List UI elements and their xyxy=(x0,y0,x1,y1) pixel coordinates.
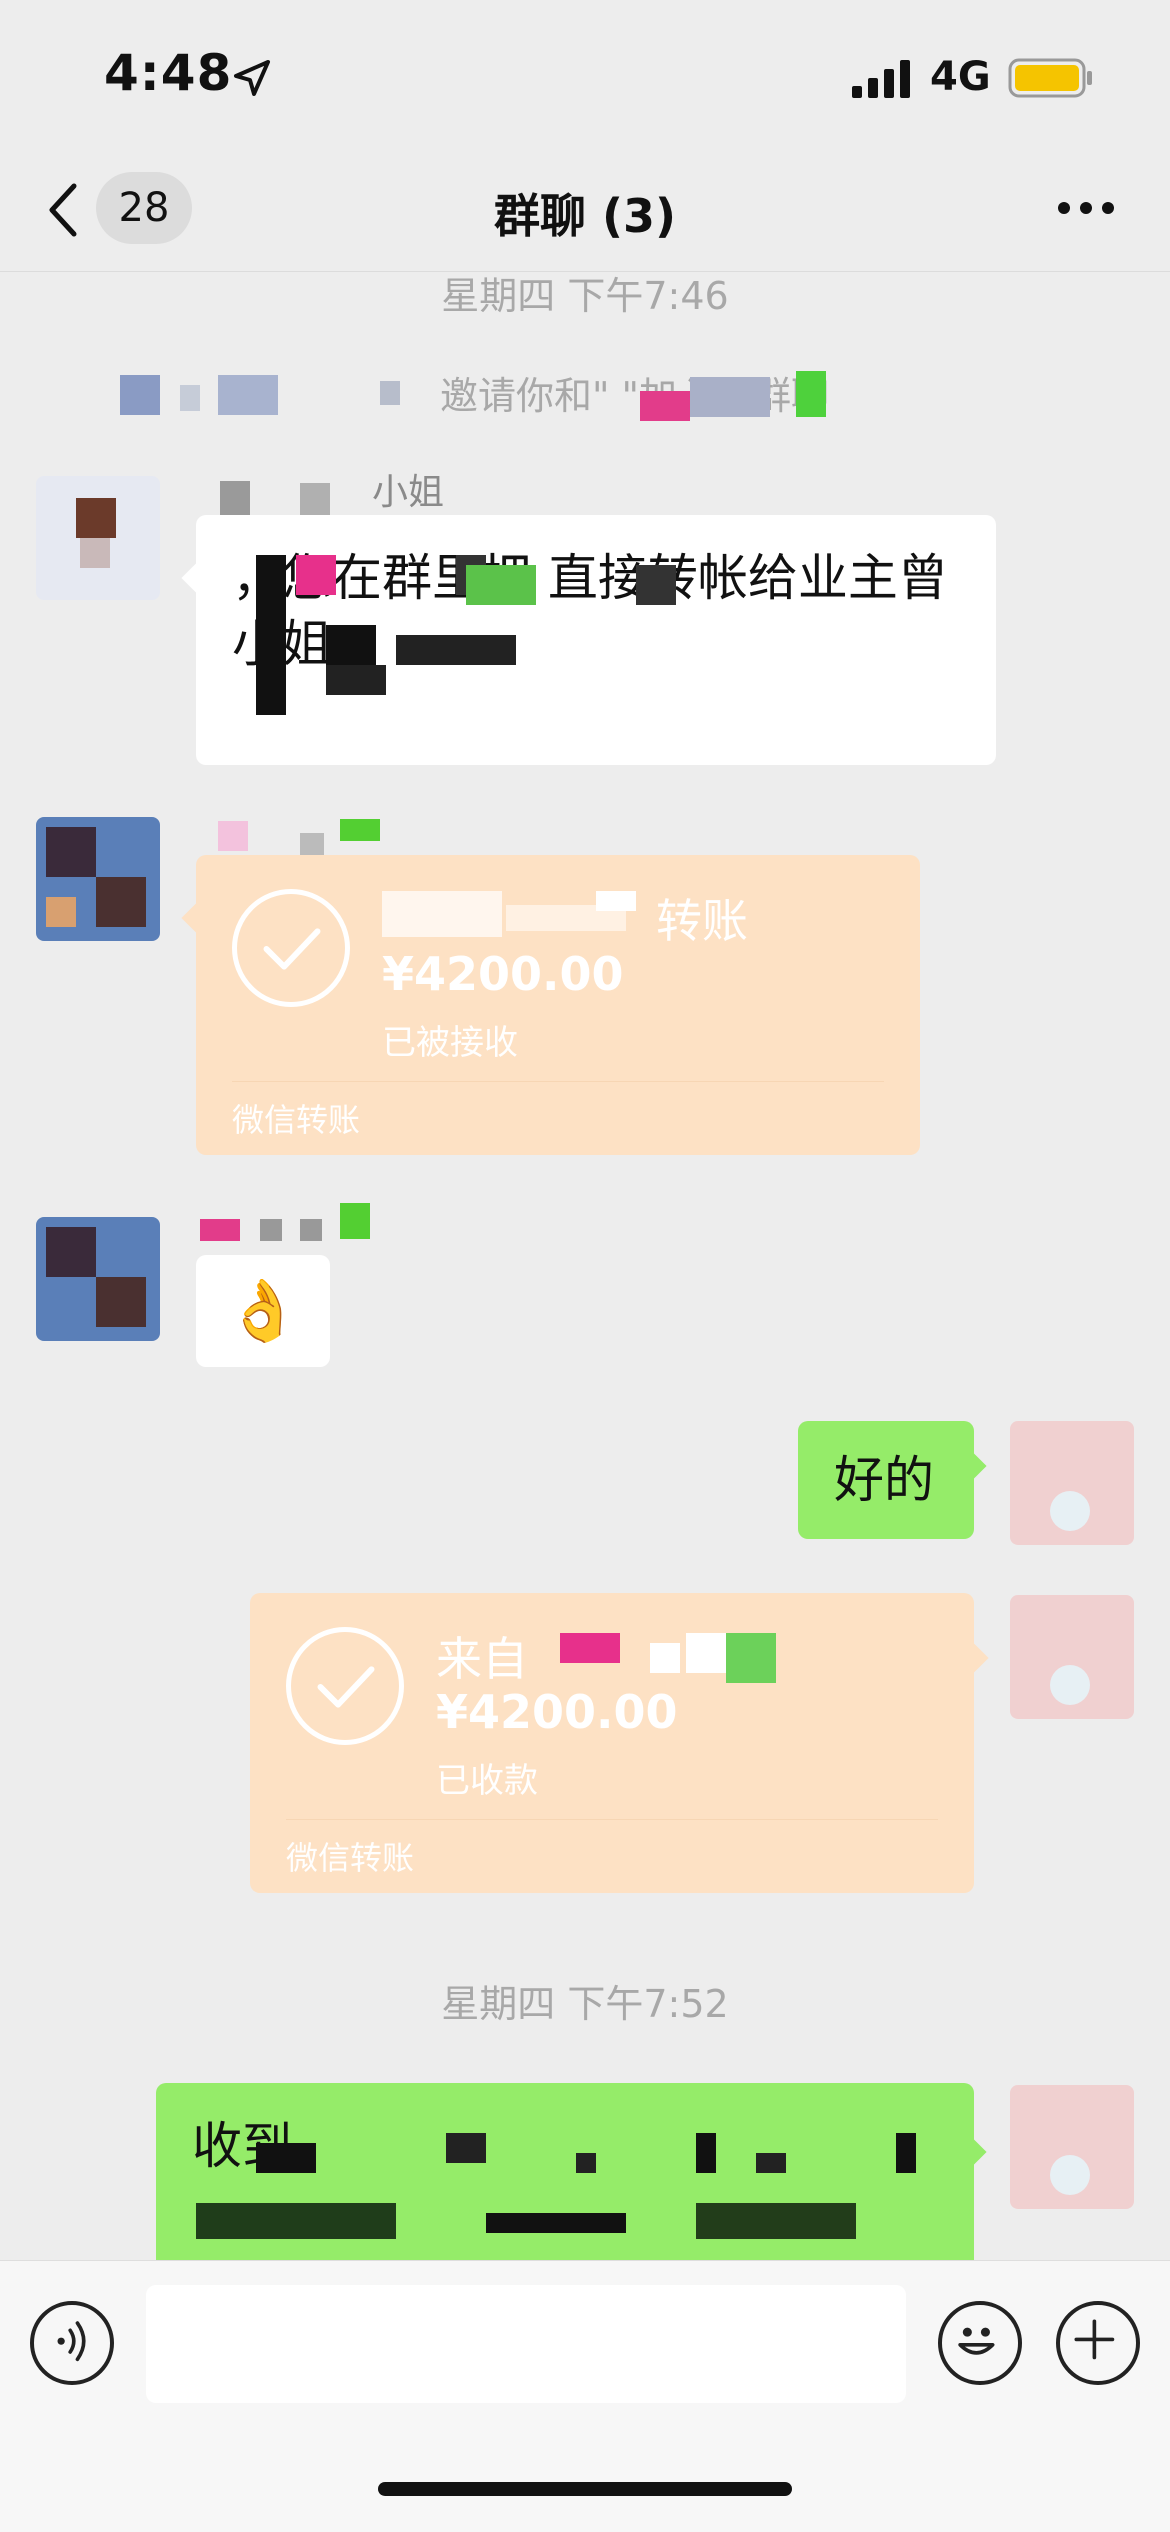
blurred-sender xyxy=(218,821,248,851)
blurred-sender xyxy=(300,833,324,857)
more-actions-button[interactable] xyxy=(1056,2301,1140,2385)
emoji-button[interactable] xyxy=(938,2301,1022,2385)
blurred-name xyxy=(218,375,278,415)
transfer-title: 转账 xyxy=(656,894,748,948)
redacted-text xyxy=(596,891,636,911)
plus-icon xyxy=(1074,2319,1115,2360)
nav-bar: 28 群聊 (3) xyxy=(0,150,1170,272)
blurred-sender xyxy=(340,1203,370,1239)
transfer-title: 来自 xyxy=(436,1632,528,1686)
redacted-text xyxy=(256,555,286,715)
transfer-amount: ¥4200.00 xyxy=(382,947,624,1001)
blurred-sender xyxy=(200,1219,240,1241)
blurred-sender xyxy=(260,1219,282,1241)
avatar[interactable] xyxy=(36,476,160,600)
blurred-sender xyxy=(300,1219,322,1241)
outgoing-message-bubble[interactable]: 好的 xyxy=(798,1421,974,1539)
voice-input-button[interactable] xyxy=(30,2301,114,2385)
avatar[interactable] xyxy=(36,817,160,941)
transfer-footer: 微信转账 xyxy=(286,1839,415,1877)
voice-icon xyxy=(57,2321,86,2362)
redacted-text xyxy=(486,2213,626,2233)
blurred-name xyxy=(690,377,770,417)
emoji-message[interactable]: 👌 xyxy=(196,1255,330,1367)
location-arrow-icon xyxy=(234,60,270,96)
system-notice: 邀请你和" "加入了群聊 xyxy=(440,374,830,418)
outgoing-message-bubble[interactable]: 收到 xyxy=(156,2083,974,2260)
check-circle-icon xyxy=(286,1627,404,1745)
sender-name: 小姐 xyxy=(372,472,445,513)
check-circle-icon xyxy=(232,889,350,1007)
transfer-amount: ¥4200.00 xyxy=(436,1685,678,1739)
redacted-text xyxy=(466,565,536,605)
transfer-card[interactable]: 来自 ¥4200.00 已收款 微信转账 xyxy=(250,1593,974,1893)
network-label: 4G xyxy=(930,54,991,100)
status-time: 4:48 xyxy=(104,44,233,102)
redacted-text xyxy=(686,1633,726,1673)
redacted-text xyxy=(256,2143,316,2173)
redacted-text xyxy=(576,2153,596,2173)
redacted-text xyxy=(696,2133,716,2173)
message-bubble[interactable]: ，您在群里把 直接转帐给业主曾小姐 xyxy=(196,515,996,765)
redacted-text xyxy=(696,2203,856,2239)
redacted-text xyxy=(446,2133,486,2163)
redacted-text xyxy=(726,1633,776,1683)
message-input[interactable] xyxy=(146,2285,906,2403)
timestamp: 星期四 下午7:46 xyxy=(441,274,729,318)
smiley-icon xyxy=(958,2327,995,2355)
avatar[interactable] xyxy=(36,1217,160,1341)
signal-icon xyxy=(852,60,910,98)
redacted-text xyxy=(326,665,386,695)
blurred-name xyxy=(180,385,200,411)
transfer-status: 已收款 xyxy=(436,1761,538,1801)
redacted-text xyxy=(650,1643,680,1673)
more-options-icon[interactable] xyxy=(1056,198,1116,218)
battery-icon xyxy=(1008,58,1092,98)
redacted-text xyxy=(636,565,676,605)
redacted-text xyxy=(396,635,516,665)
redacted-text xyxy=(196,2203,396,2239)
redacted-text xyxy=(896,2133,916,2173)
timestamp: 星期四 下午7:52 xyxy=(441,1982,729,2026)
blurred-name xyxy=(640,391,690,421)
my-avatar[interactable] xyxy=(1010,2085,1134,2209)
redacted-text xyxy=(296,555,336,595)
transfer-card[interactable]: 转账 ¥4200.00 已被接收 微信转账 xyxy=(196,855,920,1155)
my-avatar[interactable] xyxy=(1010,1595,1134,1719)
home-indicator xyxy=(378,2482,792,2496)
blurred-sender xyxy=(340,819,380,841)
my-avatar[interactable] xyxy=(1010,1421,1134,1545)
message-text: 好的 xyxy=(834,1451,934,1509)
chat-title: 群聊 (3) xyxy=(493,189,677,243)
blurred-name xyxy=(380,381,400,405)
blurred-name xyxy=(120,375,160,415)
status-bar: 4:48 4G xyxy=(0,0,1170,150)
blurred-name xyxy=(796,371,826,417)
redacted-text xyxy=(756,2153,786,2173)
transfer-status: 已被接收 xyxy=(382,1023,518,1063)
redacted-text xyxy=(560,1633,620,1663)
chat-scroll-area[interactable]: 星期四 下午7:46 邀请你和" "加入了群聊 小姐 ，您在群里把 直接转帐给业… xyxy=(0,273,1170,2260)
transfer-footer: 微信转账 xyxy=(232,1101,361,1139)
redacted-text xyxy=(382,891,502,937)
